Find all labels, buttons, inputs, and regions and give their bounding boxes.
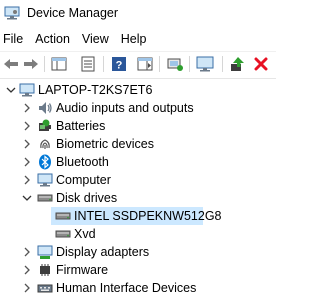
tree-item-display-adapters[interactable]: Display adapters [0,243,276,261]
device-tree: LAPTOP-T2KS7ET6 Audio inputs and outputs… [0,78,276,297]
computer-icon [19,83,35,97]
tree-item-label: Batteries [56,119,106,133]
tree-item-label: Display adapters [56,245,150,259]
tree-item-label: Firmware [56,263,109,277]
fingerprint-icon [40,139,50,149]
device-manager-app-icon [4,6,20,20]
chevron-down-icon[interactable] [22,193,32,203]
tree-root-node[interactable]: LAPTOP-T2KS7ET6 [0,81,276,99]
bluetooth-icon [39,154,51,170]
toolbar-separator [222,56,223,72]
disk-drive-icon [55,230,71,238]
menu-file[interactable]: File [0,32,31,46]
scan-hardware-icon[interactable] [166,55,184,73]
toolbar-separator [189,56,190,72]
back-icon[interactable] [2,55,20,73]
chevron-right-icon[interactable] [22,139,32,149]
title-bar: Device Manager [0,0,276,26]
uninstall-icon[interactable] [252,55,270,73]
toolbar-separator [44,56,45,72]
display-adapter-icon [37,245,53,259]
disk-drive-icon [37,194,53,202]
tree-item-disk-drives[interactable]: Disk drives [0,189,276,207]
tree-item-label: Xvd [74,227,96,241]
menu-help[interactable]: Help [117,32,155,46]
tree-item-batteries[interactable]: Batteries [0,117,276,135]
chevron-right-icon[interactable] [22,265,32,275]
tree-item-label: INTEL SSDPEKNW512G8 [74,209,222,223]
chevron-down-icon[interactable] [6,85,16,95]
tree-item-hid[interactable]: Human Interface Devices [0,279,276,297]
help-icon[interactable]: ? [110,55,128,73]
firmware-chip-icon [40,264,50,276]
menu-view[interactable]: View [78,32,117,46]
chevron-right-icon[interactable] [22,247,32,257]
battery-icon [39,119,51,131]
window-title: Device Manager [27,6,119,20]
chevron-right-icon[interactable] [22,103,32,113]
tree-item-intel-ssd[interactable]: INTEL SSDPEKNW512G8 [0,207,276,225]
chevron-right-icon[interactable] [22,157,32,167]
menu-action[interactable]: Action [31,32,78,46]
chevron-right-icon[interactable] [22,175,32,185]
disk-drive-icon [55,212,71,220]
chevron-right-icon[interactable] [22,283,32,293]
tree-item-label: Disk drives [56,191,118,205]
forward-icon[interactable] [22,55,40,73]
tree-item-bluetooth[interactable]: Bluetooth [0,153,276,171]
tree-item-biometric[interactable]: Biometric devices [0,135,276,153]
monitor-icon[interactable] [196,55,214,73]
chevron-right-icon[interactable] [22,121,32,131]
show-hide-console-tree-icon[interactable] [50,55,68,73]
tree-item-label: Bluetooth [56,155,109,169]
tree-item-label: Biometric devices [56,137,154,151]
tree-item-xvd[interactable]: Xvd [0,225,276,243]
speaker-icon [39,102,52,114]
monitor-icon [37,173,53,187]
update-driver-icon[interactable] [228,55,246,73]
properties-icon[interactable] [79,55,97,73]
action-pane-icon[interactable] [136,55,154,73]
toolbar: ? [0,51,276,76]
tree-item-audio[interactable]: Audio inputs and outputs [0,99,276,117]
toolbar-separator [103,56,104,72]
keyboard-icon [37,284,53,293]
tree-item-label: Computer [56,173,111,187]
menu-bar: File Action View Help [0,29,155,49]
tree-item-computer[interactable]: Computer [0,171,276,189]
toolbar-separator [159,56,160,72]
tree-item-label: Human Interface Devices [56,281,197,295]
tree-root-label: LAPTOP-T2KS7ET6 [38,83,153,97]
svg-text:?: ? [116,60,123,72]
tree-item-label: Audio inputs and outputs [56,101,194,115]
tree-item-firmware[interactable]: Firmware [0,261,276,279]
